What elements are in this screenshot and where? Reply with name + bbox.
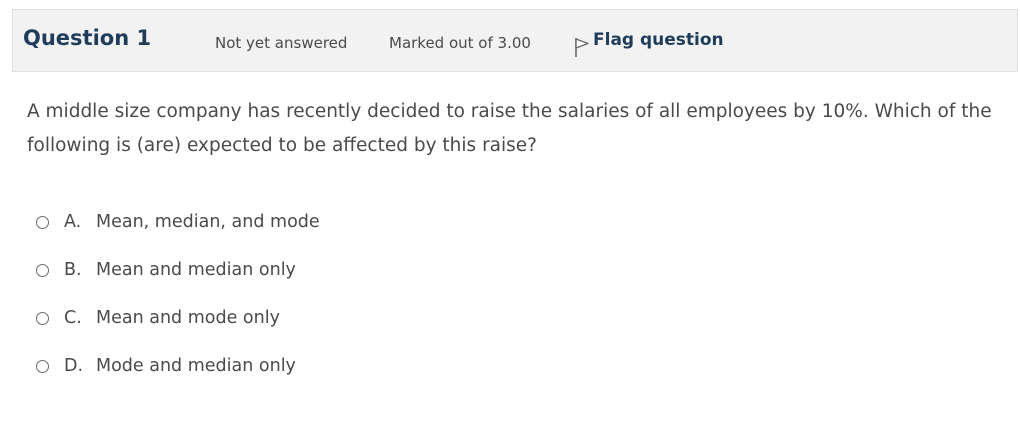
question-title: Question 1 [23, 26, 152, 50]
flag-question-button[interactable]: Flag question [573, 30, 724, 62]
radio-d[interactable] [36, 359, 49, 373]
answer-text: Mean and median only [96, 260, 296, 280]
answer-option-c[interactable]: C. Mean and mode only [36, 294, 320, 342]
radio-a[interactable] [36, 215, 49, 229]
answer-letter: B. [64, 260, 82, 280]
question-state: Not yet answered [215, 34, 348, 52]
question-grade: Marked out of 3.00 [389, 34, 531, 52]
answer-option-b[interactable]: B. Mean and median only [36, 246, 320, 294]
answer-options: A. Mean, median, and mode B. Mean and me… [36, 198, 320, 390]
quiz-page: Question 1 Not yet answered Marked out o… [0, 0, 1020, 441]
answer-text: Mean, median, and mode [96, 212, 320, 232]
radio-c[interactable] [36, 311, 49, 325]
answer-text: Mode and median only [96, 356, 296, 376]
question-text: A middle size company has recently decid… [27, 101, 992, 156]
answer-letter: D. [64, 356, 84, 376]
answer-letter: C. [64, 308, 82, 328]
answer-option-a[interactable]: A. Mean, median, and mode [36, 198, 320, 246]
answer-option-d[interactable]: D. Mode and median only [36, 342, 320, 390]
answer-letter: A. [64, 212, 82, 232]
flag-question-label: Flag question [593, 30, 724, 50]
question-info-bar: Question 1 Not yet answered Marked out o… [12, 9, 1018, 72]
answer-text: Mean and mode only [96, 308, 280, 328]
radio-b[interactable] [36, 263, 49, 277]
flag-icon [573, 30, 593, 62]
